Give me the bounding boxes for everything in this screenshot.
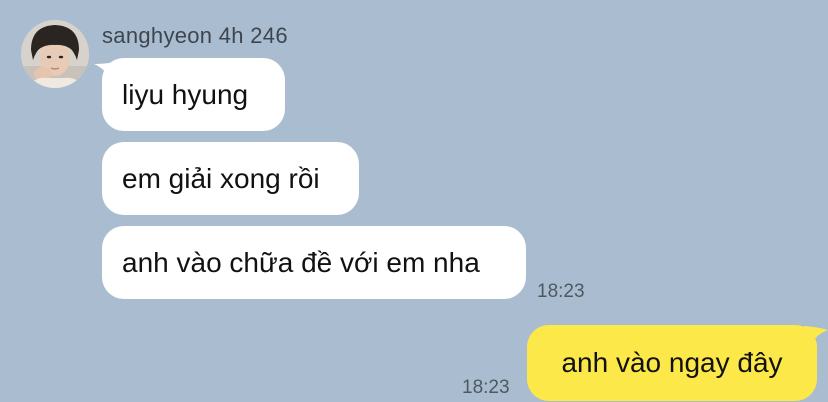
outgoing-bubble-tail — [804, 326, 828, 346]
message-text: anh vào ngay đây — [561, 347, 783, 378]
message-text: anh vào chữa đề với em nha — [122, 246, 480, 278]
outgoing-message-bubble[interactable]: anh vào ngay đây — [527, 325, 817, 401]
incoming-message-bubble[interactable]: liyu hyung — [102, 58, 285, 131]
sender-name: sanghyeon 4h 246 — [102, 23, 288, 48]
avatar[interactable] — [21, 20, 89, 88]
incoming-message-bubble[interactable]: em giải xong rồi — [102, 142, 359, 215]
message-text: em giải xong rồi — [122, 162, 320, 194]
chat-window: sanghyeon 4h 246 liyu hyung em giải xong… — [0, 0, 828, 402]
profile-photo-icon — [21, 20, 89, 88]
message-text: liyu hyung — [122, 78, 249, 110]
incoming-timestamp: 18:23 — [537, 281, 585, 302]
incoming-message-bubble[interactable]: anh vào chữa đề với em nha — [102, 226, 526, 299]
outgoing-timestamp: 18:23 — [462, 377, 510, 398]
